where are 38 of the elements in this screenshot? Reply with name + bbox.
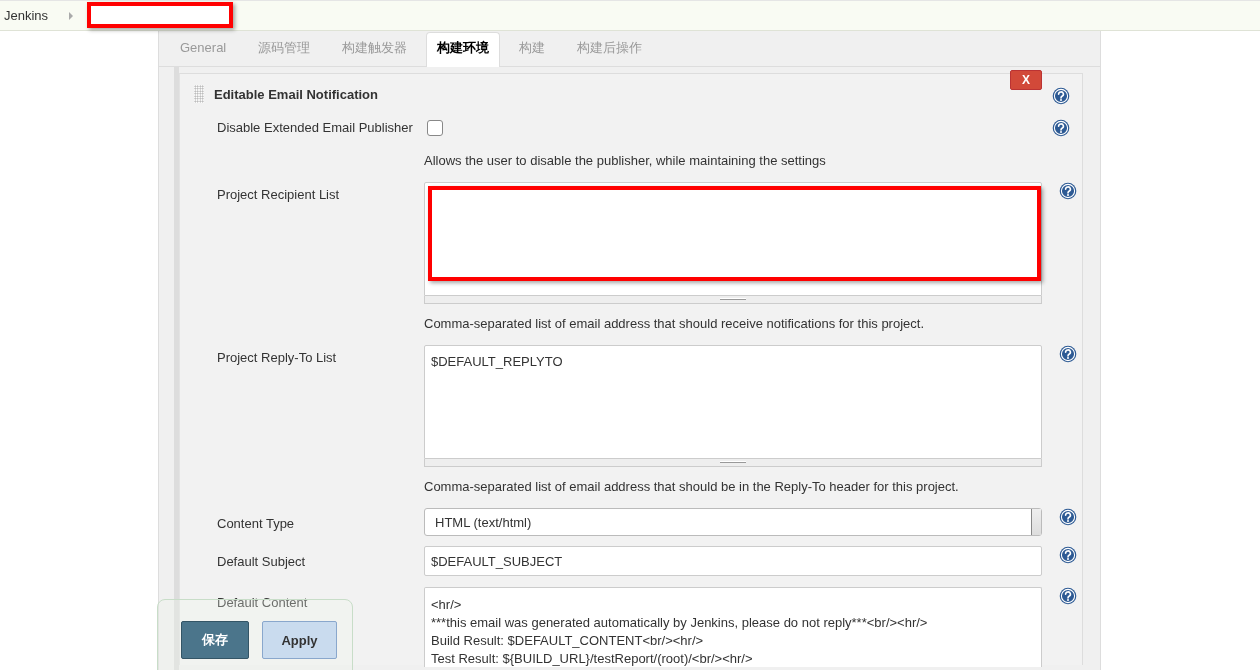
checkbox[interactable] bbox=[426, 119, 443, 136]
field-label: Project Recipient List bbox=[216, 186, 341, 204]
section-title: Editable Email Notification bbox=[214, 86, 378, 102]
help-text: Comma-separated list of email address that should be in the Reply-To header for this project. bbox=[424, 479, 960, 494]
field-value: <hr/> bbox=[431, 596, 463, 614]
resize-handle[interactable] bbox=[424, 459, 1042, 467]
save-button[interactable]: 保存 bbox=[181, 621, 249, 659]
text-area[interactable] bbox=[424, 182, 1042, 296]
help-icon[interactable] bbox=[1059, 587, 1077, 605]
field-label: Content Type bbox=[216, 515, 296, 533]
field-label: Default Subject bbox=[216, 553, 307, 571]
help-icon[interactable] bbox=[1059, 182, 1077, 200]
text-field[interactable]: $DEFAULT_SUBJECT bbox=[424, 546, 1042, 576]
help-icon[interactable] bbox=[1059, 508, 1077, 526]
field-value: $DEFAULT_REPLYTO bbox=[431, 353, 564, 371]
field-value: Build Result: $DEFAULT_CONTENT<br/><hr/> bbox=[431, 632, 705, 650]
field-label: Disable Extended Email Publisher bbox=[216, 118, 414, 137]
field-value: HTML (text/html) bbox=[435, 514, 533, 530]
text-area[interactable]: <hr/> ***this email was generated automatically by Jenkins, please do not reply***<br/><hr/> Build Result: $DEFAULT_CONTENT<br/><hr/> Test Result: ${BUILD_URL}/testReport/(root)/<br/><hr/> bbox=[424, 587, 1042, 667]
breadcrumb-link[interactable]: Jenkins bbox=[0, 8, 49, 23]
help-icon[interactable] bbox=[1052, 87, 1070, 105]
delete-button[interactable]: X bbox=[1010, 70, 1042, 90]
help-text: Allows the user to disable the publisher, while maintaining the settings bbox=[424, 153, 827, 168]
dropdown[interactable]: HTML (text/html) bbox=[424, 508, 1042, 536]
tab[interactable]: 构建环境 bbox=[426, 32, 501, 67]
drag-handle-icon[interactable] bbox=[194, 85, 204, 103]
help-icon[interactable] bbox=[1052, 118, 1070, 137]
field-label: Default Content bbox=[216, 594, 309, 612]
field-label: Project Reply-To List bbox=[216, 349, 338, 367]
help-icon[interactable] bbox=[1059, 345, 1077, 363]
resize-handle[interactable] bbox=[424, 296, 1042, 304]
field-value: $DEFAULT_SUBJECT bbox=[431, 553, 563, 569]
field-value: Test Result: ${BUILD_URL}/testReport/(root)/<br/><hr/> bbox=[431, 650, 754, 667]
text-area[interactable]: $DEFAULT_REPLYTO bbox=[424, 345, 1042, 459]
field-value: ***this email was generated automatically by Jenkins, please do not reply***<br/><hr/> bbox=[431, 614, 929, 632]
apply-button[interactable]: Apply bbox=[262, 621, 337, 659]
help-icon[interactable] bbox=[1059, 546, 1077, 564]
help-text: Comma-separated list of email address that should receive notifications for this project. bbox=[424, 316, 925, 331]
